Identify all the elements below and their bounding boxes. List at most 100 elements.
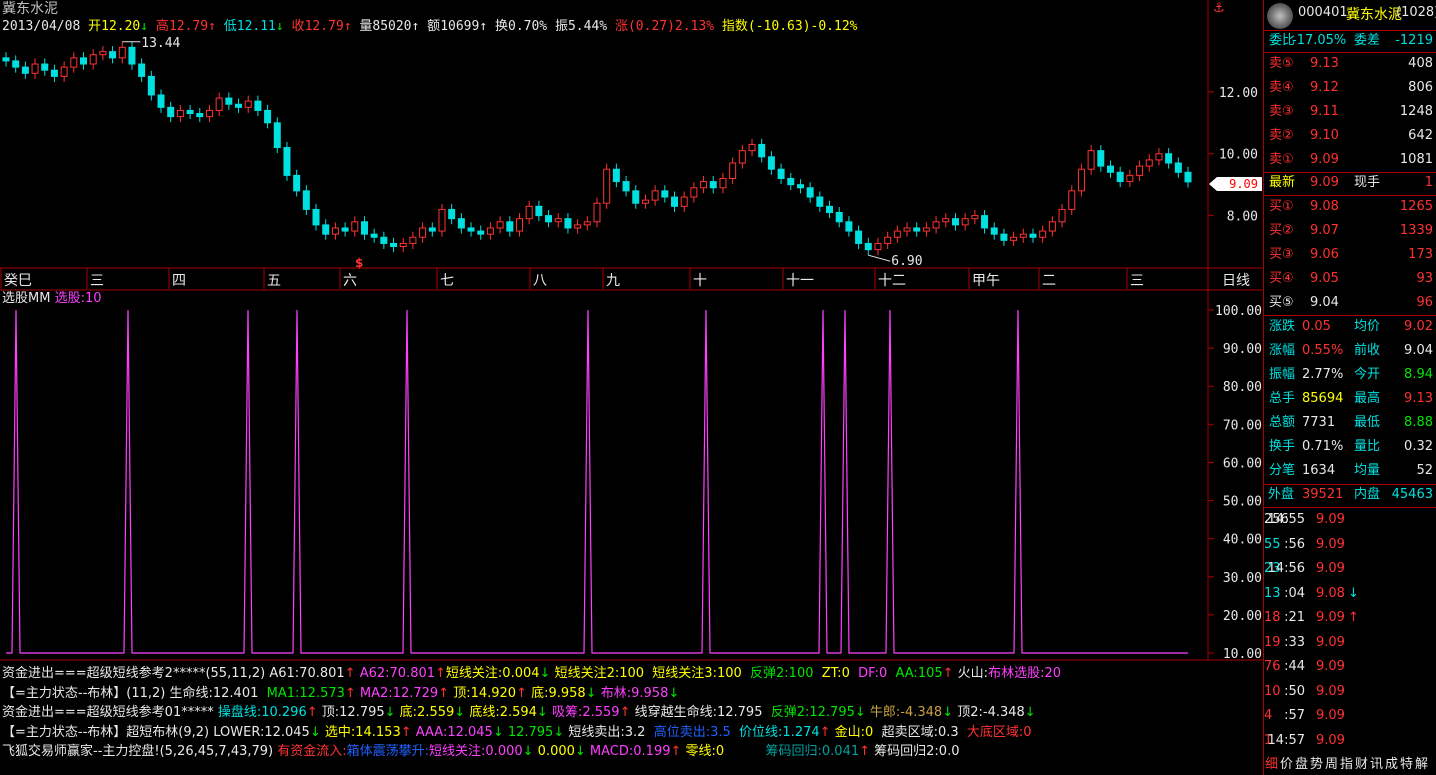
indicator-text-line: 飞狐交易师赢家--主力控盘!(5,26,45,7,43,79) 有资金流入:箱体… [2, 743, 1210, 761]
indicator-tick-label: 40.00 [1223, 533, 1262, 548]
tick-volume: 55 [1264, 536, 1281, 552]
candle-body [70, 57, 78, 68]
indicator-text-segment: A61:70.801 [269, 666, 345, 681]
bid-label: 买③ [1269, 247, 1294, 262]
ask-volume: 806 [1408, 80, 1433, 95]
candle-body [893, 230, 901, 238]
panel-tab[interactable]: 价 [1279, 754, 1294, 775]
bid-label: 买⑤ [1269, 295, 1294, 310]
period-label[interactable]: 日线 [1222, 270, 1250, 290]
tick-volume: 18 [1264, 610, 1281, 625]
indicator-text-segment: ↓ [854, 705, 870, 720]
anchor-icon[interactable]: ⚓ [1213, 1, 1225, 16]
candle-body [709, 181, 717, 189]
month-label: 三 [1130, 273, 1144, 289]
indicator-text-segment: 价位线:1.274 [739, 724, 820, 740]
bid-volume: 1339 [1399, 223, 1433, 238]
indicator-text-segment: 短线卖出:3.2 [568, 724, 654, 740]
bid-label: 买① [1269, 199, 1294, 214]
candle-body [758, 143, 766, 158]
stat-value: 9.02 [1404, 319, 1433, 334]
bid-row[interactable]: 买⑤ 9.04 96 [1264, 291, 1436, 315]
bid-volume: 173 [1408, 247, 1433, 262]
waipan-label: 外盘 [1268, 487, 1295, 502]
indicator-text-segment: 生命线:12.401 [169, 685, 267, 701]
stat-label: 涨跌 [1269, 319, 1296, 334]
ask-row[interactable]: 卖① 9.09 1081 [1264, 148, 1436, 172]
ask-row[interactable]: 卖② 9.10 642 [1264, 124, 1436, 148]
candle-body [845, 221, 853, 232]
bid-row[interactable]: 买① 9.08 1265 [1264, 195, 1436, 219]
candle-body [961, 218, 969, 226]
stock-name: 冀东水泥 [1346, 7, 1402, 23]
weicha-value: -1219 [1395, 33, 1433, 48]
panel-tab[interactable]: 财 [1354, 754, 1369, 775]
neipan-label: 内盘 [1354, 487, 1381, 502]
bid-row[interactable]: 买③ 9.06 173 [1264, 243, 1436, 267]
indicator-text-segment: MA2:12.729 [359, 685, 439, 701]
bid-row[interactable]: 买② 9.07 1339 [1264, 219, 1436, 243]
indicator-text-segment: 【=主力状态--布林】超短布林(9,2) [2, 724, 214, 740]
candle-body [196, 113, 204, 118]
panel-tab[interactable]: 特 [1399, 754, 1414, 775]
tick-time: 14:56 [1267, 561, 1305, 576]
bid-price: 9.04 [1310, 295, 1339, 310]
candle-body [1077, 168, 1085, 192]
stat-row: 总额 7731 最低 8.88 [1264, 411, 1436, 435]
ask-price: 9.11 [1310, 104, 1339, 119]
candle-body [1174, 162, 1182, 173]
tick-price: 9.09 [1316, 659, 1345, 674]
indicator-tick-label: 70.00 [1223, 418, 1262, 433]
indicator-text-segment: 底:2.559 [399, 705, 455, 720]
stat-label: 最高 [1354, 391, 1381, 406]
indicator-text-segment: ↓ [454, 705, 470, 720]
ask-row[interactable]: 卖③ 9.11 1248 [1264, 100, 1436, 124]
panel-tab[interactable]: 讯 [1369, 754, 1384, 775]
dividend-marker[interactable]: $ [355, 256, 363, 270]
panel-tab[interactable]: 势 [1309, 754, 1324, 775]
tick-row: :57 9.09 4 [1264, 704, 1436, 729]
indicator-text-segment: 零线:0 [685, 744, 766, 759]
candle-body [796, 184, 804, 189]
ask-row[interactable]: 卖④ 9.12 806 [1264, 76, 1436, 100]
tick-time: :21 [1284, 610, 1305, 625]
bid-row[interactable]: 买④ 9.05 93 [1264, 267, 1436, 291]
indicator-text-segment: ↓ [1024, 705, 1036, 720]
panel-tabs: 细价盘势周指财讯成特解 [1264, 754, 1436, 775]
candle-body [632, 190, 640, 204]
panel-tab[interactable]: 周 [1324, 754, 1339, 775]
candle-body [1165, 153, 1173, 164]
ask-price: 9.13 [1310, 56, 1339, 71]
candle-body [612, 168, 620, 183]
last-label: 最新 [1269, 175, 1296, 190]
candle-body [12, 60, 20, 68]
indicator-text-segment: ↑ [344, 685, 360, 701]
panel-tab[interactable]: 盘 [1294, 754, 1309, 775]
chart-area[interactable]: 冀东水泥 2013/04/08 开12.20↓ 高12.79↑ 低12.11↓ … [0, 0, 1262, 775]
tick-price: 9.09 [1316, 536, 1345, 552]
ask-row[interactable]: 卖⑤ 9.13 408 [1264, 52, 1436, 76]
indicator-text-segment: ↓ [942, 705, 958, 720]
chart-svg[interactable]: 8.00 10.00 12.00 100.00 90.00 80.00 70.00 60.0… [0, 0, 1262, 775]
candle-body [370, 233, 378, 238]
stat-value: 52 [1416, 463, 1433, 478]
waipan-value: 39521 [1302, 487, 1344, 502]
month-label: 八 [533, 273, 547, 289]
month-label: 甲午 [972, 273, 1000, 289]
tick-time: 14:55 [1267, 512, 1305, 527]
panel-tab[interactable]: 指 [1339, 754, 1354, 775]
indicator-text-segment: MACD:0.199 [589, 744, 671, 759]
indicator-text-segment: 底:9.958 [531, 685, 586, 701]
panel-tab[interactable]: 成 [1384, 754, 1399, 775]
indicator-text-segment: 布林选股:20 [988, 666, 1061, 681]
stat-value: 8.88 [1404, 415, 1433, 430]
panel-tab[interactable]: 细 [1264, 754, 1279, 775]
tick-time: :04 [1284, 585, 1305, 601]
indicator-tick-label: 50.00 [1223, 495, 1262, 510]
candle-body [680, 196, 688, 207]
candle-body [428, 227, 436, 232]
indicator-title[interactable]: 选股MM [2, 291, 50, 306]
panel-tab[interactable]: 解 [1414, 754, 1429, 775]
indicator-value: 选股:10 [54, 291, 102, 306]
candle-body [225, 97, 233, 105]
